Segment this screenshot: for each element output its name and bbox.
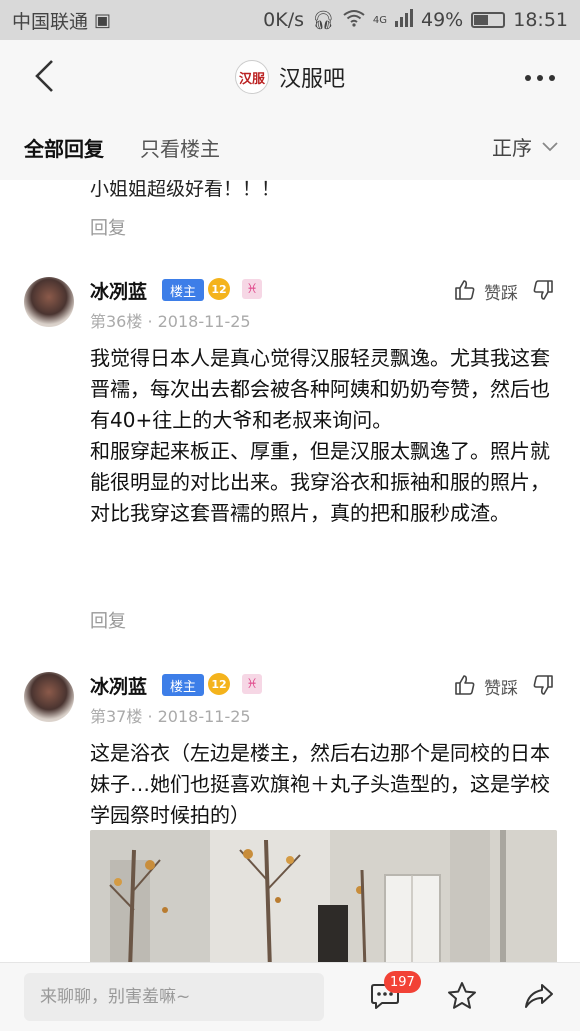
post-paragraph: 和服穿起来板正、厚重，但是汉服太飘逸了。照片就能很明显的对比出来。我穿浴衣和振袖… — [90, 439, 550, 525]
comment-count-badge: 197 — [384, 971, 421, 993]
level-badge: 12 — [208, 673, 230, 695]
star-icon — [448, 982, 476, 1009]
dislike-button[interactable] — [528, 670, 558, 700]
op-badge: 楼主 — [162, 674, 205, 696]
tab-op-only[interactable]: 只看楼主 — [140, 133, 220, 162]
like-button[interactable] — [450, 275, 480, 305]
post-body: 我觉得日本人是真心觉得汉服轻灵飘逸。尤其我这套晋襦，每次出去都会被各种阿姨和奶奶… — [90, 343, 560, 529]
more-dots-icon — [525, 75, 555, 81]
post-paragraph: 这是浴衣（左边是楼主，然后右边那个是同校的日本妹子…她们也挺喜欢旗袍＋丸子头造型… — [90, 741, 550, 827]
network-speed: 0K/s — [263, 9, 305, 31]
comment-input[interactable] — [24, 973, 324, 1021]
post-body: 这是浴衣（左边是楼主，然后右边那个是同校的日本妹子…她们也挺喜欢旗袍＋丸子头造型… — [90, 738, 560, 831]
thumbs-up-icon — [455, 280, 475, 300]
bottom-bar: 197 — [0, 962, 580, 1031]
sort-dropdown[interactable]: 正序 — [492, 132, 558, 161]
photo-image — [90, 830, 557, 962]
headphones-icon: 🎧︎ — [312, 9, 335, 31]
post-paragraph: 我觉得日本人是真心觉得汉服轻灵飘逸。尤其我这套晋襦，每次出去都会被各种阿姨和奶奶… — [90, 346, 550, 432]
favorite-button[interactable] — [445, 979, 479, 1013]
dislike-button[interactable] — [528, 275, 558, 305]
more-button[interactable] — [520, 58, 560, 98]
chevron-down-icon — [542, 141, 558, 151]
forum-header: 汉服 汉服吧 — [0, 40, 580, 114]
chevron-left-icon — [35, 60, 53, 92]
post-photo[interactable] — [90, 830, 557, 962]
reply-button[interactable]: 回复 — [90, 214, 126, 240]
status-bar: 中国联通 ▣ 0K/s 🎧︎ 4G 49% 18:51 — [0, 0, 580, 40]
forum-logo: 汉服 — [234, 60, 269, 94]
wifi-icon — [343, 9, 365, 32]
battery-percent: 49% — [421, 9, 464, 31]
like-button[interactable] — [450, 670, 480, 700]
share-button[interactable] — [522, 979, 556, 1013]
clock: 18:51 — [513, 9, 568, 31]
username[interactable]: 冰冽蓝 — [90, 277, 147, 304]
level-badge: 12 — [208, 278, 230, 300]
zodiac-icon: ♓ — [242, 279, 262, 299]
username[interactable]: 冰冽蓝 — [90, 672, 147, 699]
thumbs-down-icon — [533, 280, 553, 300]
sort-label: 正序 — [492, 136, 532, 160]
like-dislike-label: 赞踩 — [484, 679, 518, 699]
network-type: 4G — [372, 14, 387, 26]
thumbs-up-icon — [455, 675, 475, 695]
avatar[interactable] — [24, 672, 74, 722]
signal-icon — [395, 8, 413, 32]
avatar[interactable] — [24, 277, 74, 327]
reply-button[interactable]: 回复 — [90, 607, 126, 633]
back-button[interactable] — [22, 54, 66, 98]
nav-bar: 汉服 汉服吧 — [0, 40, 580, 114]
floor-date: 第37楼 · 2018-11-25 — [90, 707, 251, 726]
reply-filter-tabs: 全部回复 只看楼主 正序 — [0, 114, 580, 180]
thumbs-down-icon — [533, 675, 553, 695]
share-arrow-icon — [525, 984, 553, 1008]
like-dislike-label: 赞踩 — [484, 284, 518, 304]
forum-title: 汉服吧 — [278, 67, 345, 92]
tab-all-replies[interactable]: 全部回复 — [24, 133, 104, 162]
thread-content: 小姐姐超级好看！！！ 回复 冰冽蓝 楼主 12 ♓ 第36楼 · 2018-11… — [0, 180, 580, 962]
zodiac-icon: ♓ — [242, 674, 262, 694]
floor-date: 第36楼 · 2018-11-25 — [90, 312, 251, 331]
carrier-label: 中国联通 — [12, 10, 89, 33]
previous-post-text: 小姐姐超级好看！！！ — [90, 180, 281, 200]
op-badge: 楼主 — [162, 279, 205, 301]
sim-icon: ▣ — [94, 9, 112, 31]
battery-icon — [471, 12, 506, 28]
